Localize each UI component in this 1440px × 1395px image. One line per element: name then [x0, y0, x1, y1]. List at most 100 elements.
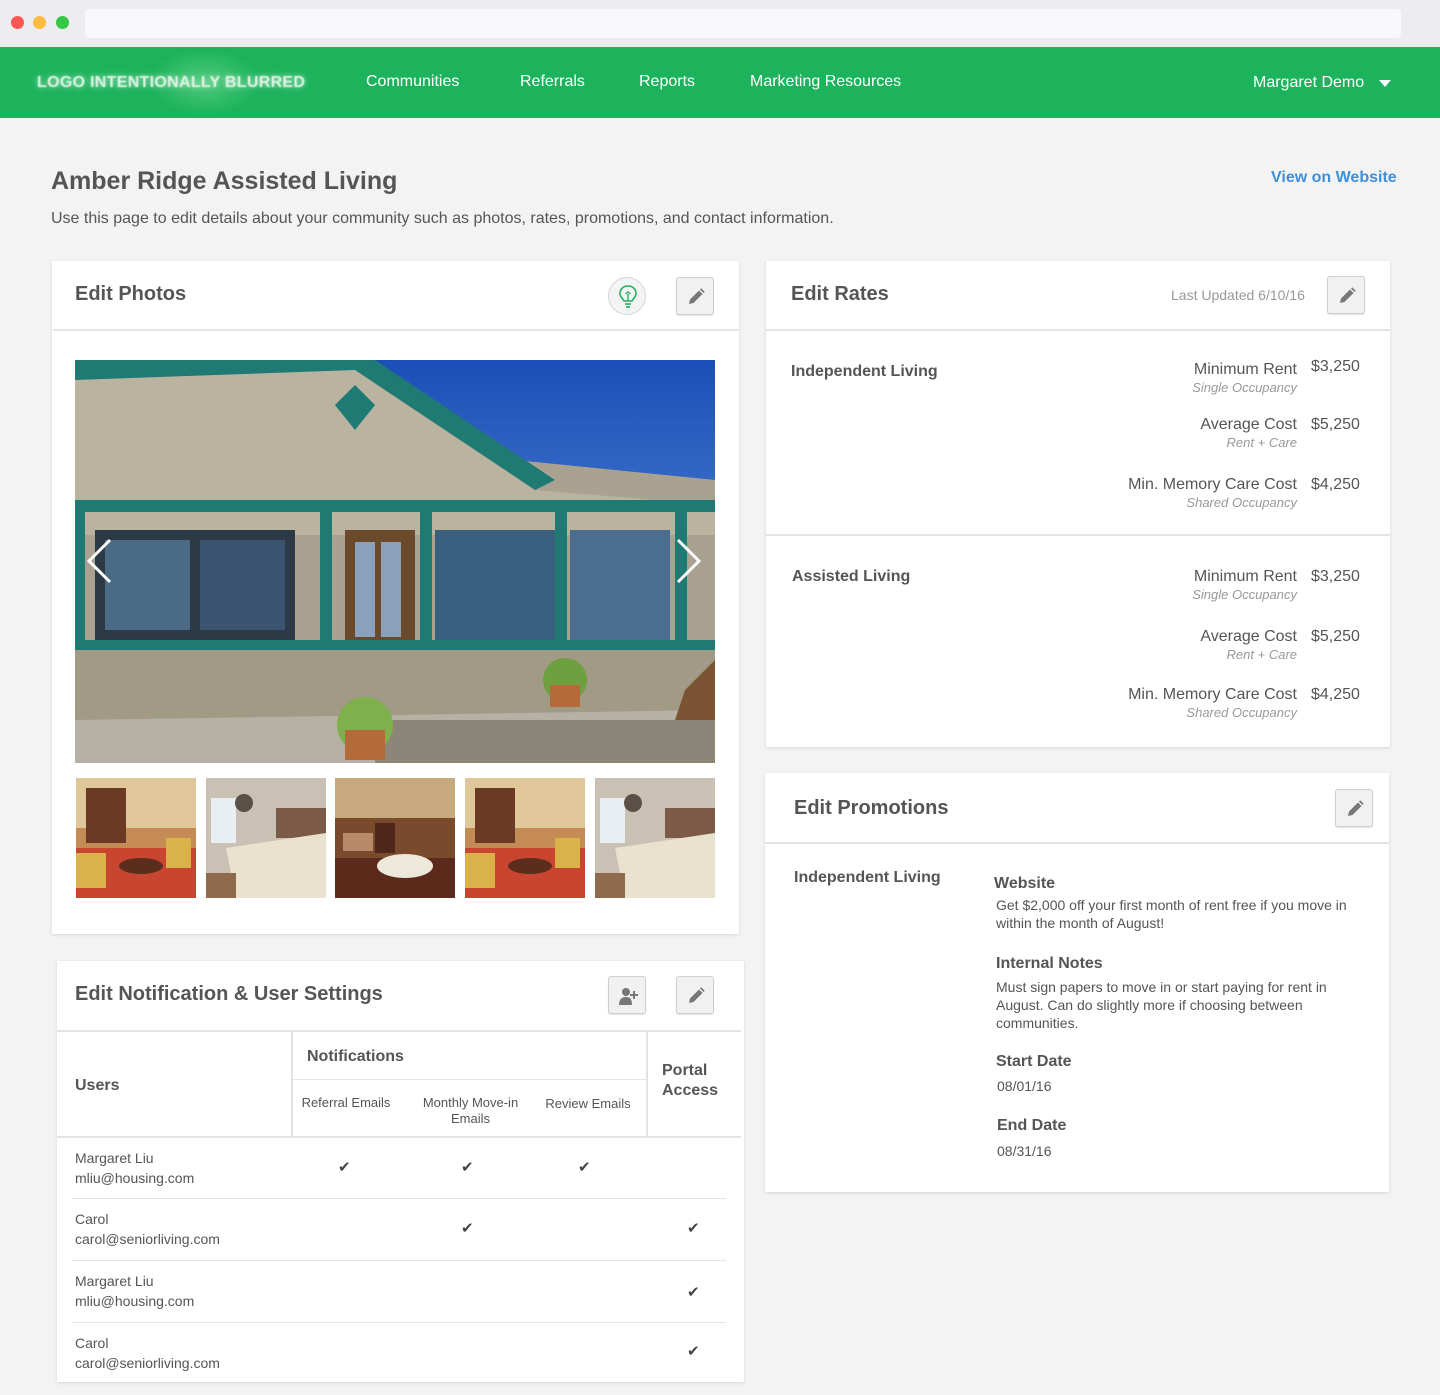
rate-label: Min. Memory Care Cost: [1128, 476, 1297, 493]
user-name: Carol: [75, 1335, 109, 1351]
photos-divider: [53, 329, 739, 331]
notification-settings-title: Edit Notification & User Settings: [75, 983, 383, 1005]
minimize-window-button[interactable]: [33, 16, 46, 29]
edit-rates-button[interactable]: [1327, 276, 1365, 314]
nav-communities[interactable]: Communities: [366, 73, 459, 91]
portal-check-icon[interactable]: ✔: [687, 1342, 700, 1360]
add-user-icon: [619, 988, 638, 1005]
tip-button[interactable]: [608, 277, 646, 315]
rate-value: $3,250: [1311, 358, 1360, 375]
monthly-check-icon[interactable]: ✔: [461, 1158, 474, 1176]
close-window-button[interactable]: [11, 16, 24, 29]
rate-label: Average Cost: [1200, 628, 1297, 645]
dining-room-photo: [335, 778, 455, 898]
nav-reports[interactable]: Reports: [639, 73, 695, 91]
maximize-window-button[interactable]: [56, 16, 69, 29]
add-user-button[interactable]: [608, 976, 646, 1014]
rate-label: Average Cost: [1200, 416, 1297, 433]
chevron-right-icon: [676, 538, 702, 584]
edit-promotions-title: Edit Promotions: [794, 797, 949, 819]
end-date-heading: End Date: [997, 1117, 1067, 1134]
nav-marketing-resources[interactable]: Marketing Resources: [750, 73, 901, 91]
rate-value: $5,250: [1311, 628, 1360, 645]
rate-value: $4,250: [1311, 686, 1360, 703]
edit-promotions-button[interactable]: [1335, 789, 1373, 827]
promotions-divider: [765, 842, 1389, 844]
rate-sublabel: Shared Occupancy: [1186, 495, 1297, 510]
internal-notes-text: Must sign papers to move in or start pay…: [996, 979, 1327, 1031]
start-date-value: 08/01/16: [997, 1078, 1052, 1094]
start-date-heading: Start Date: [996, 1053, 1072, 1070]
referral-emails-header: Referral Emails: [301, 1095, 391, 1110]
notifications-header-divider: [57, 1030, 741, 1032]
rates-divider: [766, 329, 1390, 331]
rate-label: Minimum Rent: [1193, 568, 1297, 585]
rates-section-divider: [766, 534, 1390, 536]
bedroom-photo: [206, 778, 326, 898]
main-photo: [75, 360, 715, 763]
row-divider: [72, 1198, 726, 1199]
nav-referrals[interactable]: Referrals: [520, 73, 585, 91]
user-email: carol@seniorliving.com: [75, 1231, 220, 1247]
table-header-divider: [57, 1136, 741, 1138]
edit-photos-button[interactable]: [676, 277, 714, 315]
user-menu[interactable]: Margaret Demo: [1253, 74, 1364, 92]
portal-check-icon[interactable]: ✔: [687, 1219, 700, 1237]
house-photo: [75, 360, 715, 763]
rate-value: $5,250: [1311, 416, 1360, 433]
photo-thumbnail-4[interactable]: [465, 778, 585, 898]
lightbulb-icon: [619, 285, 637, 308]
next-photo-button[interactable]: [676, 538, 702, 589]
rate-sublabel: Shared Occupancy: [1186, 705, 1297, 720]
user-email: mliu@housing.com: [75, 1293, 195, 1309]
top-navbar: LOGO INTENTIONALLY BLURRED Communities R…: [0, 47, 1440, 118]
photo-thumbnail-5[interactable]: [595, 778, 715, 898]
pencil-icon: [689, 987, 705, 1003]
page-title: Amber Ridge Assisted Living: [51, 167, 398, 195]
user-email: carol@seniorliving.com: [75, 1355, 220, 1371]
end-date-value: 08/31/16: [997, 1143, 1052, 1159]
bedroom-photo: [595, 778, 715, 898]
notifications-column-header: Notifications: [307, 1048, 404, 1065]
rate-sublabel: Rent + Care: [1226, 435, 1297, 450]
photo-thumbnail-3[interactable]: [335, 778, 455, 898]
edit-photos-title: Edit Photos: [75, 283, 187, 305]
photo-thumbnail-1[interactable]: [76, 778, 196, 898]
review-check-icon[interactable]: ✔: [578, 1158, 591, 1176]
view-on-website-link[interactable]: View on Website: [1271, 169, 1397, 187]
referral-check-icon[interactable]: ✔: [338, 1158, 351, 1176]
browser-chrome: [0, 0, 1440, 47]
logo[interactable]: LOGO INTENTIONALLY BLURRED: [37, 74, 305, 92]
user-name: Margaret Liu: [75, 1150, 154, 1166]
pencil-icon: [689, 288, 705, 304]
notifications-subheader-divider: [293, 1079, 646, 1080]
last-updated-label: Last Updated 6/10/16: [1171, 287, 1305, 303]
internal-notes-heading: Internal Notes: [996, 955, 1103, 972]
edit-rates-title: Edit Rates: [791, 283, 889, 305]
photo-thumbnail-2[interactable]: [206, 778, 326, 898]
portal-check-icon[interactable]: ✔: [687, 1283, 700, 1301]
rate-sublabel: Rent + Care: [1226, 647, 1297, 662]
promotion-section-title: Independent Living: [794, 869, 941, 886]
previous-photo-button[interactable]: [86, 538, 112, 589]
rate-section-title: Assisted Living: [792, 568, 911, 585]
chevron-left-icon: [86, 538, 112, 584]
monthly-move-in-emails-header: Monthly Move-in Emails: [422, 1095, 519, 1126]
website-heading: Website: [994, 875, 1056, 892]
monthly-check-icon[interactable]: ✔: [461, 1219, 474, 1237]
user-name: Carol: [75, 1211, 109, 1227]
caret-down-icon[interactable]: [1379, 80, 1391, 87]
review-emails-header: Review Emails: [545, 1096, 631, 1111]
address-bar[interactable]: [85, 9, 1401, 38]
rate-label: Min. Memory Care Cost: [1128, 686, 1297, 703]
rate-label: Minimum Rent: [1193, 361, 1297, 378]
website-text: Get $2,000 off your first month of rent …: [996, 897, 1347, 931]
column-divider: [291, 1031, 293, 1137]
living-room-photo: [465, 778, 585, 898]
living-room-photo: [76, 778, 196, 898]
column-divider: [646, 1031, 648, 1137]
pencil-icon: [1340, 287, 1356, 303]
row-divider: [72, 1260, 726, 1261]
edit-notifications-button[interactable]: [676, 976, 714, 1014]
rate-value: $4,250: [1311, 476, 1360, 493]
